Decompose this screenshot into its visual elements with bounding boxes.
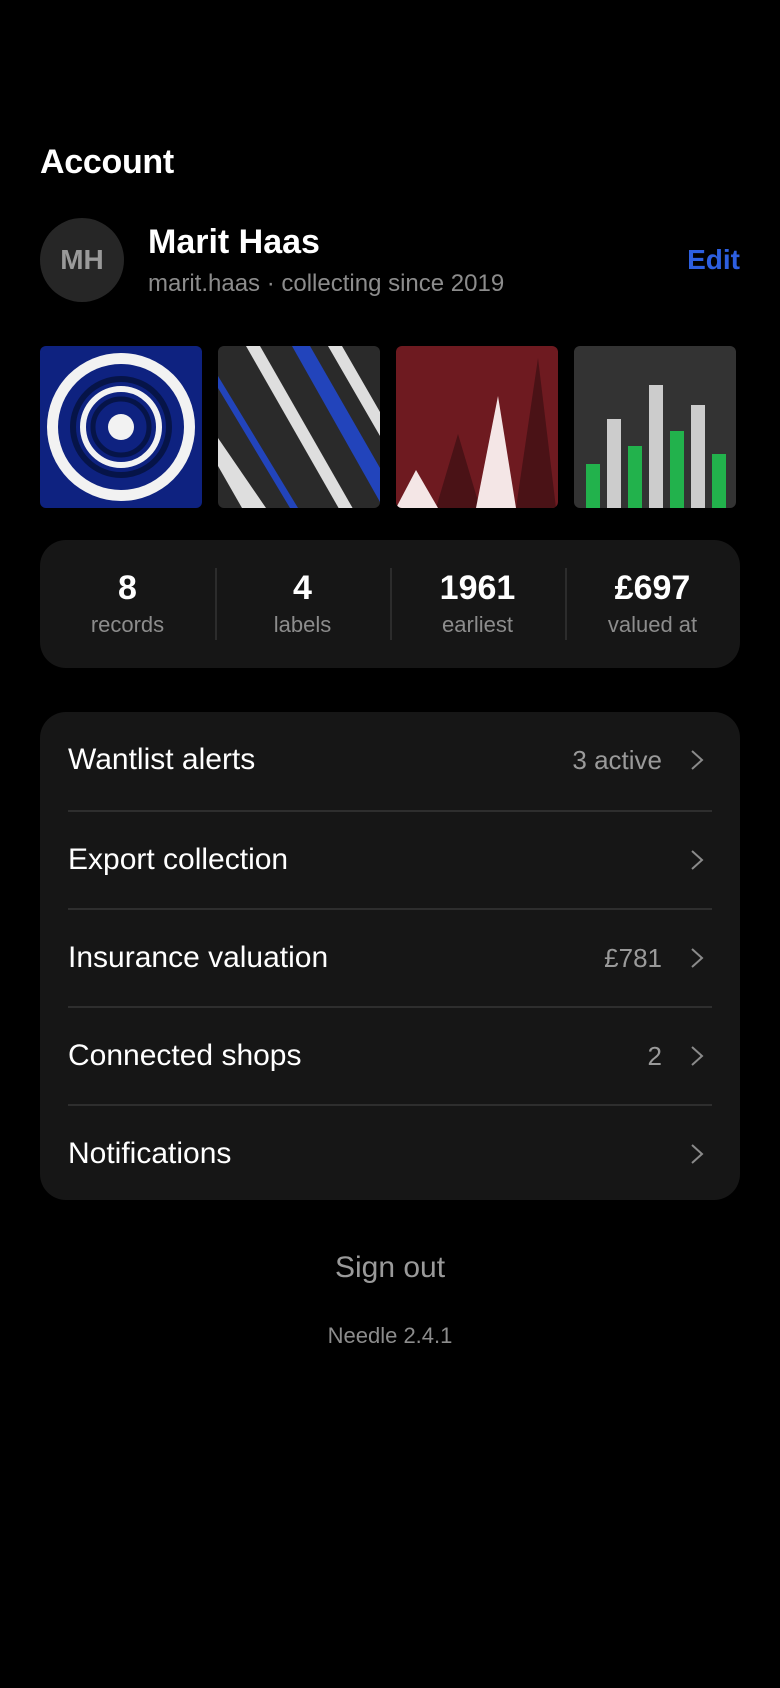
chevron-right-icon xyxy=(691,1046,704,1066)
profile-name: Marit Haas xyxy=(148,223,320,261)
menu-item-wantlist-alerts[interactable]: Wantlist alerts 3 active xyxy=(68,712,712,810)
stat-earliest: 1961 earliest xyxy=(390,568,565,640)
red-peaks-cover-art xyxy=(396,346,558,508)
edit-profile-button[interactable]: Edit xyxy=(687,242,740,278)
menu-item-label: Insurance valuation xyxy=(68,941,329,974)
sign-out-button[interactable]: Sign out xyxy=(0,1248,780,1288)
menu-item-label: Connected shops xyxy=(68,1039,302,1072)
menu-item-value: 2 xyxy=(647,1041,662,1071)
stat-value: £697 xyxy=(614,569,691,607)
menu-item-value: 3 active xyxy=(572,745,662,775)
profile-header: MH Marit Haas marit.haas · collecting si… xyxy=(40,218,740,302)
record-cover-diagonal-stripes[interactable] xyxy=(218,346,380,508)
stat-value: 1961 xyxy=(439,569,516,607)
avatar[interactable]: MH xyxy=(40,218,124,302)
menu-item-insurance-valuation[interactable]: Insurance valuation £781 xyxy=(68,908,712,1006)
blue-rings-cover-art xyxy=(40,346,202,508)
recent-records-strip xyxy=(40,346,738,508)
stat-value: 4 xyxy=(293,569,312,607)
app-version: Needle 2.4.1 xyxy=(327,1323,453,1348)
menu-item-value: £781 xyxy=(604,943,662,973)
chevron-right-icon xyxy=(691,1144,704,1164)
record-cover-bars[interactable] xyxy=(574,346,736,508)
stat-records: 8 records xyxy=(40,568,215,640)
bars-cover-art xyxy=(574,346,736,508)
chevron-right-icon xyxy=(691,850,704,870)
settings-menu: Wantlist alerts 3 active Export collecti… xyxy=(40,712,740,1200)
stat-label: valued at xyxy=(607,612,698,637)
menu-item-connected-shops[interactable]: Connected shops 2 xyxy=(68,1006,712,1104)
stat-value: 8 xyxy=(118,569,137,607)
page-title: Account xyxy=(40,143,174,181)
stat-valued-at: £697 valued at xyxy=(565,568,740,640)
record-cover-red-peaks[interactable] xyxy=(396,346,558,508)
menu-item-export-collection[interactable]: Export collection xyxy=(68,810,712,908)
record-cover-blue-rings[interactable] xyxy=(40,346,202,508)
stat-label: records xyxy=(90,612,165,637)
stat-label: labels xyxy=(273,612,332,637)
menu-item-label: Notifications xyxy=(68,1137,232,1170)
chevron-right-icon xyxy=(691,750,704,770)
menu-item-label: Export collection xyxy=(68,843,289,876)
stat-label: earliest xyxy=(442,612,513,637)
collection-stats: 8 records 4 labels 1961 earliest £697 va… xyxy=(40,540,740,668)
menu-item-notifications[interactable]: Notifications xyxy=(68,1104,712,1200)
profile-subtitle: marit.haas · collecting since 2019 xyxy=(148,270,505,297)
chevron-right-icon xyxy=(691,948,704,968)
stat-labels: 4 labels xyxy=(215,568,390,640)
diagonal-stripes-cover-art xyxy=(218,346,380,508)
menu-item-label: Wantlist alerts xyxy=(68,743,256,776)
